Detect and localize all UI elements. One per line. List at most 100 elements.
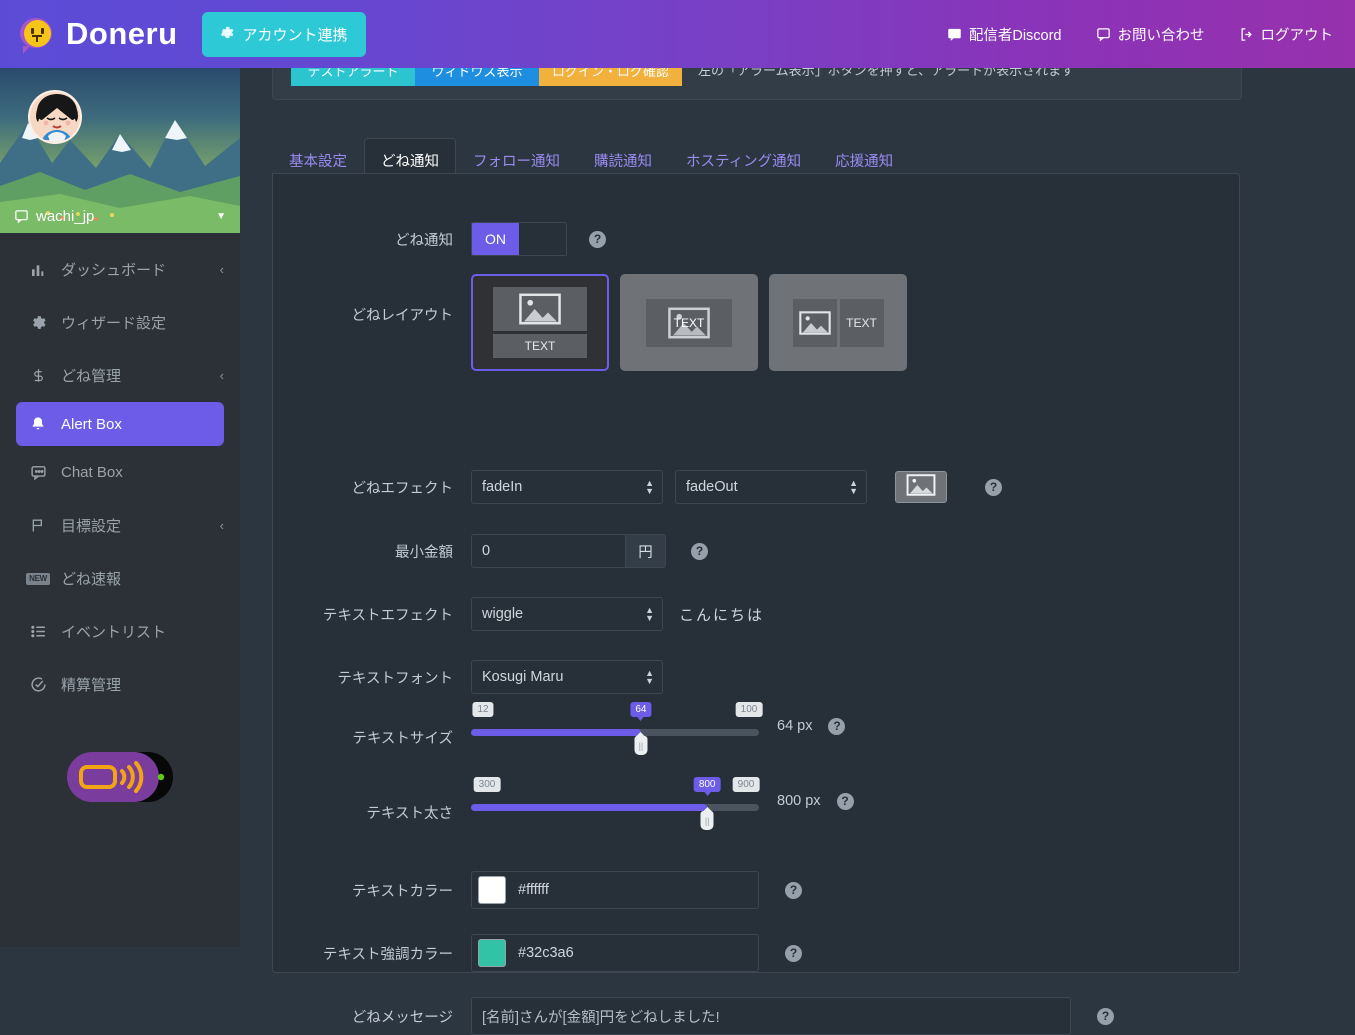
help-icon[interactable]: ?	[785, 881, 802, 899]
sidebar-nav: ダッシュボード ‹ ウィザード設定 どね管理 ‹ Alert Box Chat …	[0, 243, 240, 711]
bar-chart-icon	[28, 262, 48, 278]
sidebar-item-label: イベントリスト	[61, 624, 167, 641]
text-weight-slider[interactable]: 300 800 900 ||	[471, 777, 760, 830]
layout-option-text-over-image[interactable]: TEXT	[620, 274, 758, 371]
image-placeholder-icon	[519, 293, 561, 325]
help-icon[interactable]: ?	[828, 717, 846, 735]
row-text-accent-color: テキスト強調カラー #32c3a6 ?	[293, 934, 802, 972]
chevron-left-icon: ‹	[219, 262, 224, 277]
image-placeholder-icon	[798, 310, 831, 335]
header-link-logout[interactable]: ログアウト	[1239, 24, 1334, 45]
effect-in-select[interactable]: fadeIn ▲ ▼	[471, 470, 663, 504]
row-done-layout: どねレイアウト TEXT TEXT TEXT	[293, 274, 907, 371]
done-message-input[interactable]: [名前]さんが[金額]円をどねしました!	[471, 997, 1071, 1035]
header-link-label: 配信者Discord	[968, 27, 1062, 44]
chevron-left-icon: ‹	[219, 368, 224, 383]
chevron-updown-icon: ▲ ▼	[645, 478, 654, 496]
layout-option-image-above-text[interactable]: TEXT	[471, 274, 609, 371]
header-link-discord[interactable]: 配信者Discord	[947, 24, 1062, 45]
text-font-select[interactable]: Kosugi Maru ▲ ▼	[471, 660, 663, 694]
account-link-label: アカウント連携	[242, 26, 348, 44]
main-content: テストアラート ウィドウズ表示 ログイン・ログ確認 左の「アラーム表示」ボタンを…	[240, 53, 1355, 1035]
sidebar-item-event-list[interactable]: イベントリスト	[0, 605, 240, 658]
row-text-size: テキストサイズ 12 64 100 || 64 px ?	[293, 702, 846, 755]
text-effect-select[interactable]: wiggle ▲ ▼	[471, 597, 663, 631]
sidebar-item-chat-box[interactable]: Chat Box	[0, 446, 240, 499]
sidebar-item-dashboard[interactable]: ダッシュボード ‹	[0, 243, 240, 296]
label-text-weight: テキスト太さ	[366, 805, 453, 822]
label-done-message: どねメッセージ	[351, 1009, 453, 1026]
sidebar-item-label: どね管理	[61, 368, 122, 385]
sidebar-item-label: Alert Box	[61, 415, 122, 433]
slider-current-label: 800	[693, 777, 721, 792]
sidebar-item-goal-settings[interactable]: 目標設定 ‹	[0, 499, 240, 552]
header-link-contact[interactable]: お問い合わせ	[1096, 24, 1205, 45]
text-accent-color-swatch[interactable]	[478, 939, 506, 967]
row-done-message: どねメッセージ [名前]さんが[金額]円をどねしました! ?	[293, 997, 1114, 1035]
text-size-slider[interactable]: 12 64 100 ||	[471, 702, 763, 755]
new-badge-icon: NEW	[26, 572, 50, 585]
user-selector[interactable]: wachi_jp ▼	[0, 208, 240, 225]
sidebar-item-done-news[interactable]: NEW どね速報	[0, 552, 240, 605]
sidebar-item-alert-box[interactable]: Alert Box	[16, 402, 224, 446]
slider-handle[interactable]: ||	[700, 811, 714, 830]
account-link-button[interactable]: アカウント連携	[201, 11, 366, 57]
flag-icon	[28, 517, 48, 534]
min-amount-input[interactable]: 0	[471, 534, 626, 568]
slider-max-label: 900	[732, 777, 760, 792]
label-done-effect: どねエフェクト	[351, 480, 454, 497]
slider-current-label: 64	[630, 702, 652, 717]
help-icon[interactable]: ?	[691, 542, 708, 560]
gear-icon	[220, 25, 235, 44]
help-icon[interactable]: ?	[785, 944, 802, 962]
chevron-left-icon: ‹	[219, 518, 224, 533]
sidebar-item-label: 精算管理	[61, 677, 122, 694]
username-label: wachi_jp	[36, 208, 95, 225]
effect-out-value: fadeOut	[686, 479, 738, 495]
text-color-swatch[interactable]	[478, 876, 506, 904]
discord-chat-icon	[947, 27, 962, 42]
sidebar-item-wizard[interactable]: ウィザード設定	[0, 296, 240, 349]
bell-icon	[28, 416, 48, 432]
row-text-color: テキストカラー #ffffff ?	[293, 871, 802, 909]
label-text-font: テキストフォント	[337, 670, 453, 687]
help-icon[interactable]: ?	[1097, 1007, 1114, 1025]
doneru-widget-logo-icon	[65, 748, 175, 806]
text-color-input[interactable]: #ffffff	[471, 871, 759, 909]
label-text-size: テキストサイズ	[352, 730, 453, 747]
brand-logo[interactable]: Doneru	[18, 15, 178, 54]
sidebar-item-label: 目標設定	[61, 518, 122, 535]
image-icon	[905, 473, 937, 501]
done-notify-toggle[interactable]: ON	[471, 222, 567, 256]
header-links: 配信者Discord お問い合わせ ログアウト	[947, 24, 1333, 45]
sidebar-item-done-management[interactable]: どね管理 ‹	[0, 349, 240, 402]
layout-option-text: TEXT	[493, 334, 587, 358]
twitch-icon	[14, 209, 29, 224]
text-color-value: #ffffff	[518, 882, 549, 898]
effect-out-select[interactable]: fadeOut ▲ ▼	[675, 470, 867, 504]
check-circle-icon	[28, 676, 48, 693]
header-link-label: お問い合わせ	[1117, 27, 1205, 44]
help-icon[interactable]: ?	[836, 792, 854, 810]
avatar[interactable]	[28, 90, 82, 144]
text-weight-value: 800 px	[777, 793, 821, 809]
help-icon[interactable]: ?	[589, 230, 606, 248]
layout-options: TEXT TEXT TEXT	[471, 274, 907, 371]
min-amount-unit: 円	[626, 534, 666, 568]
header-link-label: ログアウト	[1260, 27, 1334, 44]
text-size-value: 64 px	[777, 718, 813, 734]
row-done-effect: どねエフェクト fadeIn ▲ ▼ fadeOut ▲ ▼ ?	[293, 470, 1002, 504]
slider-min-label: 300	[473, 777, 501, 792]
help-icon[interactable]: ?	[985, 478, 1002, 496]
sidebar-item-settlement[interactable]: 精算管理	[0, 658, 240, 711]
text-accent-color-input[interactable]: #32c3a6	[471, 934, 759, 972]
effect-image-button[interactable]	[895, 471, 947, 503]
row-text-effect: テキストエフェクト wiggle ▲ ▼ こんにちは	[293, 597, 764, 631]
profile-banner: wachi_jp ▼	[0, 68, 240, 233]
label-text-color: テキストカラー	[351, 883, 453, 900]
slider-handle[interactable]: ||	[634, 736, 648, 755]
toggle-on-label: ON	[472, 223, 519, 255]
layout-option-image-beside-text[interactable]: TEXT	[769, 274, 907, 371]
label-min-amount: 最小金額	[395, 544, 453, 561]
toggle-off-area[interactable]	[519, 223, 566, 255]
